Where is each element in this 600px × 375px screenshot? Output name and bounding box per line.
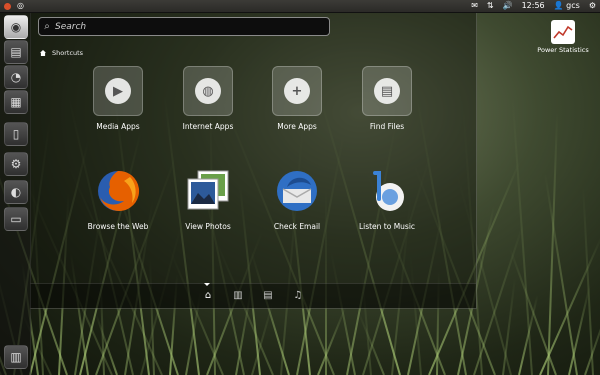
shortcut-label: Find Files [369, 122, 405, 131]
section-label: Shortcuts [52, 49, 84, 57]
media-play-icon: ▶ [105, 78, 131, 104]
globe-icon: ◍ [195, 78, 221, 104]
dash-home-launcher-icon[interactable]: ◉ [4, 15, 28, 39]
desktop-icon-label: Power Statistics [537, 46, 589, 54]
document-icon: ▤ [374, 78, 400, 104]
thunderbird-icon [272, 166, 322, 216]
grass-blade [539, 236, 600, 375]
photos-launcher-icon[interactable]: ▦ [4, 90, 28, 114]
shortcut-label: Media Apps [96, 122, 140, 131]
app-label: View Photos [185, 222, 231, 231]
app-browse-web[interactable]: Browse the Web [73, 166, 163, 231]
apps-lens-icon[interactable]: ▥ [232, 290, 244, 302]
firefox-launcher-icon[interactable]: ◔ [4, 65, 28, 89]
app-label: Check Email [273, 222, 321, 231]
grass-blade [568, 285, 591, 375]
shortcut-label: Internet Apps [182, 122, 234, 131]
settings-launcher-icon[interactable]: ⚙ [4, 152, 28, 176]
grass-blade [508, 247, 557, 375]
volume-icon[interactable]: 🔊 [503, 0, 513, 12]
user-name: gcs [566, 1, 580, 10]
desktop-icon-power-statistics[interactable]: Power Statistics [532, 20, 594, 54]
shortcut-tile: ▤ [362, 66, 412, 116]
top-panel: ◎ ✉ ⇅ 🔊 12:56 👤 gcs ⚙ [0, 0, 600, 13]
user-icon: 👤 [553, 1, 564, 10]
trash-launcher-icon[interactable]: ▥ [4, 345, 28, 369]
grass-blade [473, 225, 524, 375]
close-window-icon[interactable] [4, 2, 11, 10]
files-lens-icon[interactable]: ▤ [262, 290, 274, 302]
power-gear-icon[interactable]: ⚙ [589, 0, 596, 12]
shortcut-tile: + [272, 66, 322, 116]
terminal-launcher-icon[interactable]: ▭ [4, 207, 28, 231]
home-small-icon [40, 50, 46, 56]
app-listen-music[interactable]: Listen to Music [342, 166, 432, 231]
grass-blade [95, 314, 118, 375]
ubuntu-logo-icon[interactable]: ◎ [17, 0, 24, 12]
shortcut-tile: ▶ [93, 66, 143, 116]
mail-icon[interactable]: ✉ [471, 0, 478, 12]
grass-blade [251, 298, 275, 375]
shortcut-media-apps[interactable]: ▶ Media Apps [73, 66, 163, 131]
search-icon: ⌕ [44, 21, 50, 32]
photos-icon [183, 166, 233, 216]
shortcut-more-apps[interactable]: + More Apps [252, 66, 342, 131]
shortcut-tile: ◍ [183, 66, 233, 116]
user-menu[interactable]: 👤 gcs [554, 0, 580, 12]
software-center-launcher-icon[interactable]: ▯ [4, 122, 28, 146]
app-check-email[interactable]: Check Email [252, 166, 342, 231]
grass-blade [544, 173, 578, 375]
app-label: Browse the Web [87, 222, 149, 231]
update-launcher-icon[interactable]: ◐ [4, 180, 28, 204]
banshee-icon [362, 166, 412, 216]
power-statistics-icon [551, 20, 575, 44]
lens-bar: ⌂ ▥ ▤ ♫ [30, 283, 476, 308]
app-view-photos[interactable]: View Photos [163, 166, 253, 231]
grass-blade [317, 306, 347, 375]
section-heading: Shortcuts [40, 49, 83, 57]
launcher: ◉ ▤ ◔ ▦ ▯ ⚙ ◐ ▭ ▥ [0, 12, 31, 375]
music-lens-icon[interactable]: ♫ [292, 290, 304, 302]
grass-blade [582, 187, 594, 375]
grass-blade [511, 96, 533, 375]
network-icon[interactable]: ⇅ [487, 0, 494, 12]
shortcut-find-files[interactable]: ▤ Find Files [342, 66, 432, 131]
grass-blade [357, 312, 385, 375]
search-input[interactable] [55, 21, 315, 32]
grass-blade [518, 294, 539, 375]
grass-blade [502, 277, 516, 375]
firefox-icon [93, 166, 143, 216]
app-label: Listen to Music [358, 222, 416, 231]
home-lens-icon[interactable]: ⌂ [202, 290, 214, 302]
search-bar: ⌕ [38, 17, 330, 36]
shortcut-label: More Apps [277, 122, 317, 131]
shortcut-internet-apps[interactable]: ◍ Internet Apps [163, 66, 253, 131]
grass-blade [547, 112, 559, 375]
clock[interactable]: 12:56 [522, 0, 545, 12]
grass-blade [584, 302, 600, 375]
active-lens-indicator [204, 283, 210, 286]
dash-overlay: ⌕ Shortcuts ▶ Media Apps ◍ Internet Apps… [30, 12, 477, 309]
files-launcher-icon[interactable]: ▤ [4, 40, 28, 64]
plus-icon: + [284, 78, 310, 104]
